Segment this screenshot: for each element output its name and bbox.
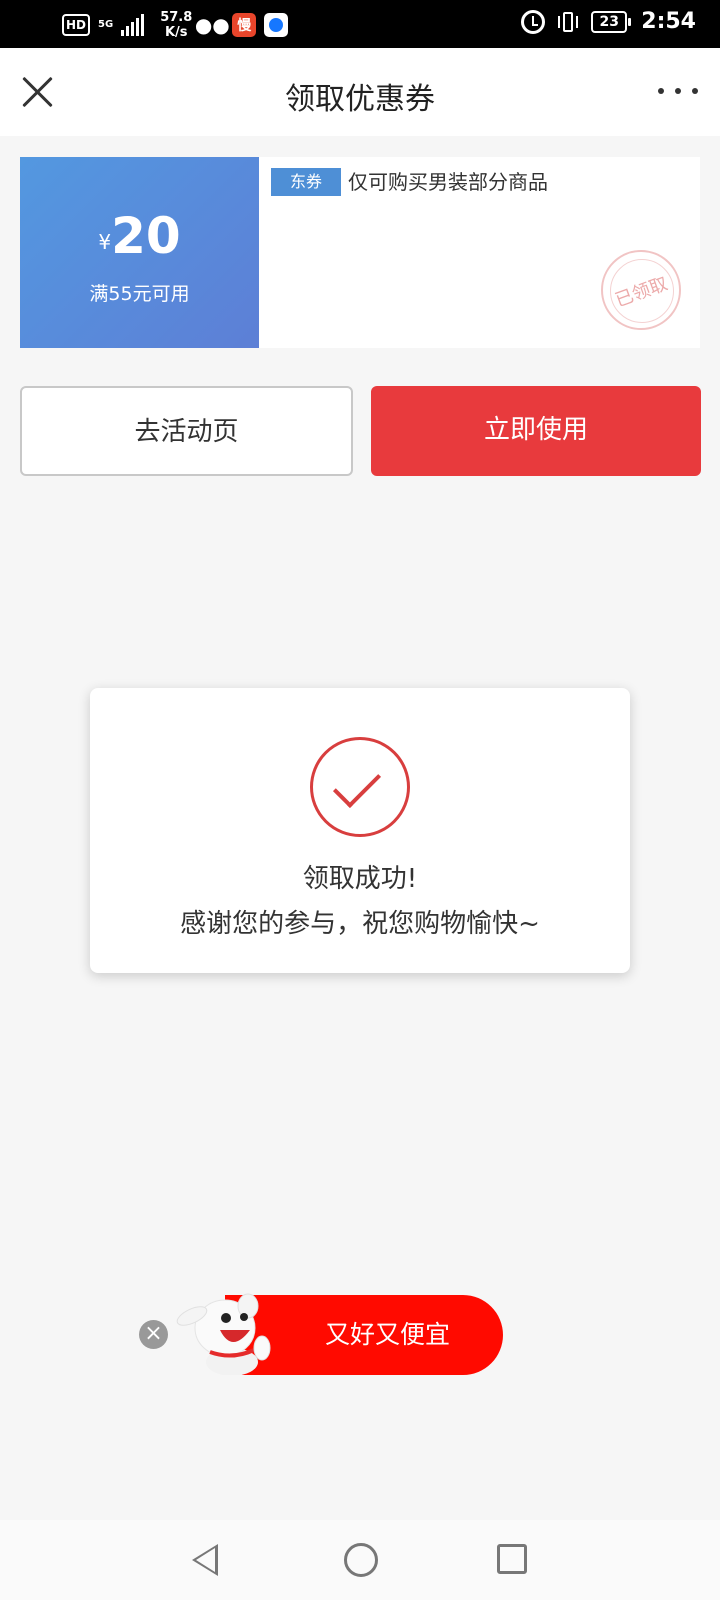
coupon-amount: ¥20 [20, 207, 259, 265]
promo-banner-text: 又好又便宜 [325, 1320, 451, 1349]
clock: 2:54 [641, 9, 696, 34]
header: 领取优惠券 [0, 48, 720, 136]
alarm-icon [521, 9, 546, 34]
claimed-stamp: 已领取 [601, 250, 681, 330]
success-dialog: 领取成功! 感谢您的参与，祝您购物愉快~ [90, 688, 630, 973]
claimed-stamp-text: 已领取 [612, 273, 671, 312]
dialog-title: 领取成功! [302, 864, 418, 894]
use-now-button[interactable]: 立即使用 [371, 386, 701, 476]
coupon-type-badge: 东券 [271, 168, 341, 196]
check-circle-icon [310, 737, 410, 837]
coupon-amount-value: 20 [111, 207, 181, 265]
coupon-card: ¥20 满55元可用 东券 仅可购买男装部分商品 已领取 [15, 157, 700, 348]
page: HD 5G 57.8 K/s ●● 慢 23 2:54 领取优惠券 ¥20 满5… [0, 0, 720, 1600]
coupon-value-panel: ¥20 满55元可用 [15, 157, 259, 348]
coupon-description: 仅可购买男装部分商品 [348, 170, 548, 194]
more-options-icon[interactable] [658, 88, 698, 98]
back-icon[interactable] [192, 1544, 218, 1576]
mascot-dog-icon [176, 1293, 271, 1375]
app-notification-icon: 慢 [232, 13, 257, 37]
network-type: 5G [98, 19, 114, 30]
battery-level: 23 [591, 10, 628, 33]
browser-icon [264, 13, 289, 37]
close-banner-icon[interactable]: × [139, 1320, 168, 1349]
wechat-icon: ●● [194, 13, 230, 37]
currency-symbol: ¥ [98, 230, 112, 254]
status-bar: HD 5G 57.8 K/s ●● 慢 23 2:54 [0, 0, 720, 48]
speed-value: 57.8 [160, 10, 193, 25]
dialog-message: 感谢您的参与，祝您购物愉快~ [180, 909, 540, 939]
network-speed: 57.8 K/s [160, 10, 192, 40]
status-left: HD 5G 57.8 K/s ●● 慢 [62, 10, 289, 40]
vibrate-icon [555, 10, 581, 34]
coupon-condition: 满55元可用 [89, 283, 190, 305]
page-title: 领取优惠券 [285, 82, 435, 117]
speed-unit: K/s [164, 25, 188, 40]
signal-icon [121, 14, 145, 36]
recent-apps-icon[interactable] [497, 1544, 527, 1574]
battery-icon: 23 [591, 10, 632, 33]
hd-indicator: HD [62, 14, 91, 36]
status-right: 23 2:54 [521, 9, 696, 34]
go-activity-button[interactable]: 去活动页 [20, 386, 353, 476]
home-icon[interactable] [344, 1543, 378, 1577]
navigation-bar [0, 1520, 720, 1600]
